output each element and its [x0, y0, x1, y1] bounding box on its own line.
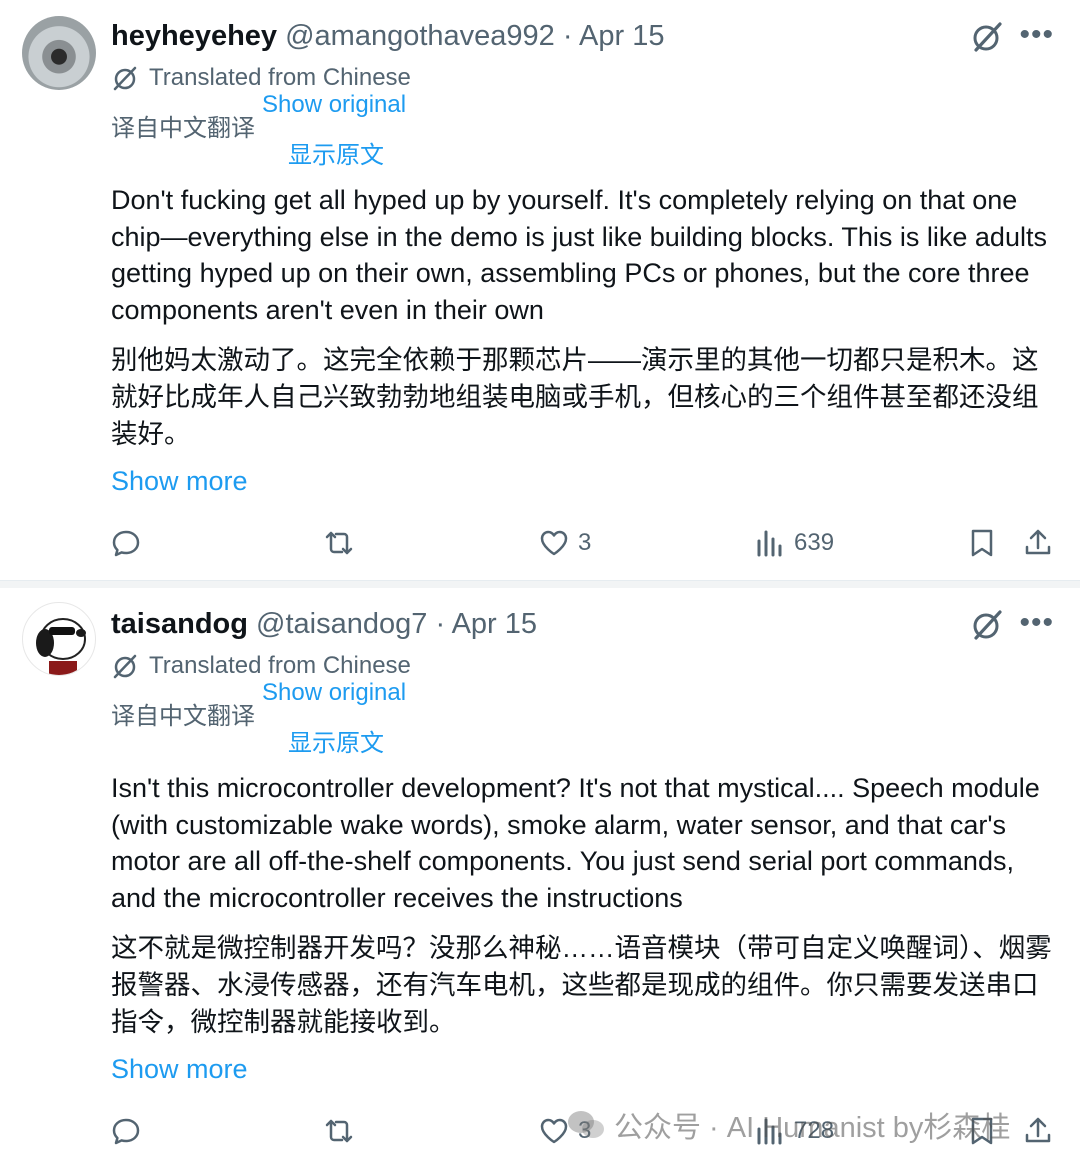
translated-notice: Translated from Chinese — [111, 64, 411, 92]
watermark: 公众号 · AI Humanist by杉森桂 — [566, 1104, 1010, 1146]
user-handle[interactable]: @amangothavea992 — [285, 20, 555, 52]
translate-icon — [113, 654, 137, 679]
show-original-link-cn[interactable]: 显示原文 — [288, 135, 384, 170]
tweet[interactable]: taisandog @taisandog7 · Apr 15 ••• Trans… — [0, 588, 1080, 1166]
tweet-date[interactable]: Apr 15 — [452, 608, 537, 640]
heart-icon — [540, 530, 568, 556]
watermark-text: 公众号 · AI Humanist by杉森桂 — [614, 1112, 1011, 1144]
tweet-text-cn: 这不就是微控制器开发吗？没那么神秘……语音模块（带可自定义唤醒词）、烟雾报警器、… — [111, 933, 1052, 1037]
reply-button[interactable] — [110, 526, 142, 560]
show-original-link[interactable]: Show original — [262, 679, 406, 707]
wechat-icon — [568, 1111, 604, 1138]
tweet-date[interactable]: Apr 15 — [579, 20, 664, 52]
action-bar: 3 639 — [0, 520, 1080, 566]
grok-icon[interactable] — [970, 608, 1004, 642]
translated-label-cn: 译自中文翻译 — [111, 115, 255, 142]
view-count: 639 — [794, 529, 835, 556]
bookmark-icon — [971, 529, 993, 557]
share-icon — [1025, 529, 1051, 555]
separator-dot: · — [435, 608, 446, 640]
display-name[interactable]: heyheyehey — [111, 20, 277, 52]
share-button[interactable] — [1022, 1114, 1054, 1148]
translated-label: Translated from Chinese — [149, 64, 411, 91]
separator-dot: · — [562, 20, 573, 52]
show-more-link[interactable]: Show more — [111, 466, 248, 497]
show-original-link-cn[interactable]: 显示原文 — [288, 723, 384, 758]
show-more-link[interactable]: Show more — [111, 1054, 248, 1085]
retweet-button[interactable] — [323, 1114, 355, 1148]
translate-icon — [113, 66, 137, 91]
tweet-divider — [0, 580, 1080, 588]
like-count: 3 — [578, 529, 592, 556]
reply-icon — [112, 1118, 140, 1145]
tweet-text-en: Isn't this microcontroller development? … — [111, 773, 1040, 913]
more-icon[interactable]: ••• — [1019, 18, 1054, 52]
reply-icon — [112, 530, 140, 557]
bookmark-button[interactable] — [966, 526, 998, 560]
tweet-text-en: Don't fucking get all hyped up by yourse… — [111, 185, 1047, 325]
show-original-link[interactable]: Show original — [262, 91, 406, 119]
user-handle[interactable]: @taisandog7 — [256, 608, 427, 640]
reply-button[interactable] — [110, 1114, 142, 1148]
tweet-text-cn: 别他妈太激动了。这完全依赖于那颗芯片——演示里的其他一切都只是积木。这就好比成年… — [111, 345, 1039, 449]
snoopy-avatar-image — [36, 618, 86, 675]
retweet-icon — [325, 1119, 353, 1143]
views-button[interactable]: 639 — [754, 526, 834, 560]
avatar[interactable] — [22, 602, 96, 676]
translated-label: Translated from Chinese — [149, 652, 411, 679]
tweet-header: taisandog @taisandog7 · Apr 15 — [111, 606, 537, 642]
more-icon[interactable]: ••• — [1019, 606, 1054, 640]
retweet-icon — [325, 531, 353, 555]
share-button[interactable] — [1022, 526, 1054, 560]
views-icon — [757, 530, 782, 557]
retweet-button[interactable] — [323, 526, 355, 560]
like-button[interactable]: 3 — [538, 526, 591, 560]
tweet[interactable]: heyheyehey @amangothavea992 · Apr 15 •••… — [0, 0, 1080, 580]
translated-label-cn: 译自中文翻译 — [111, 703, 255, 730]
grok-icon[interactable] — [970, 20, 1004, 54]
tweet-header: heyheyehey @amangothavea992 · Apr 15 — [111, 18, 664, 54]
share-icon — [1025, 1117, 1051, 1143]
translated-notice: Translated from Chinese — [111, 652, 411, 680]
display-name[interactable]: taisandog — [111, 608, 248, 640]
avatar[interactable] — [22, 16, 96, 90]
